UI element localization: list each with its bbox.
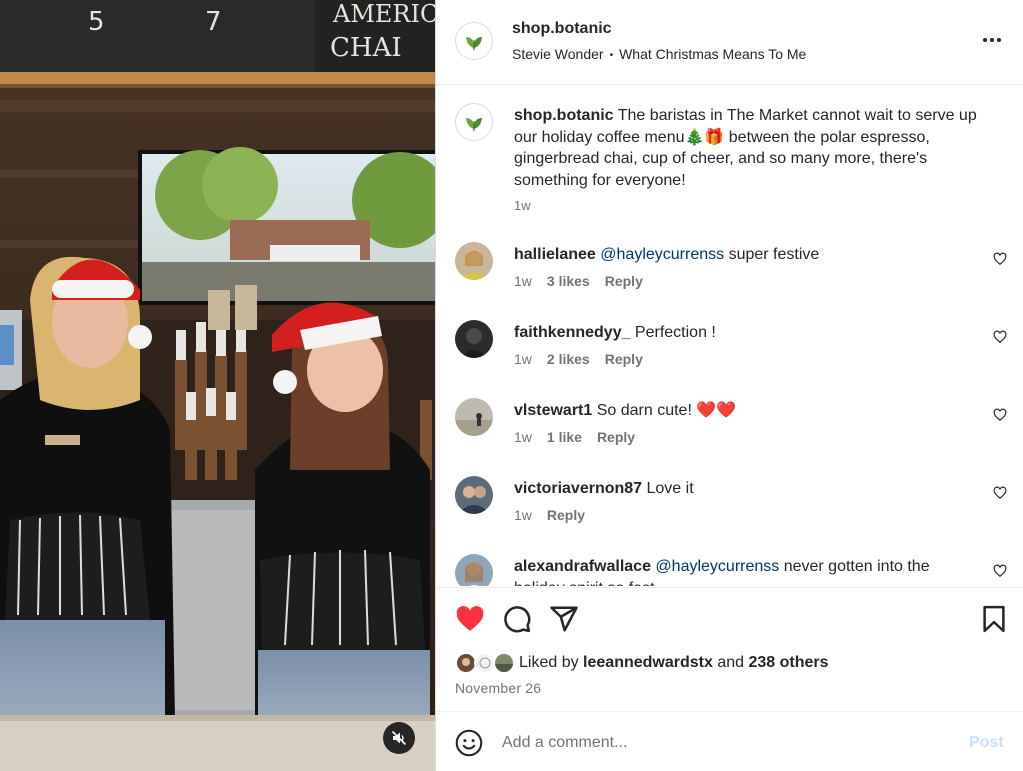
audio-artist[interactable]: Stevie Wonder [512, 46, 604, 62]
likes-summary[interactable]: Liked by leeannedwardstx and 238 others [455, 652, 829, 674]
post-panel: shop.botanic Stevie Wonder • What Christma… [435, 0, 1023, 771]
comment-text: vlstewart1 So darn cute! ❤️❤️ [514, 400, 984, 422]
menu-board-number-2: 7 [205, 7, 222, 37]
post-date[interactable]: November 26 [455, 680, 541, 696]
liked-by-prefix: Liked by [519, 654, 584, 671]
comment-likes[interactable]: 2 likes [547, 351, 590, 367]
liked-by-user[interactable]: leeannedwardstx [583, 654, 713, 671]
comment-text: hallielanee @hayleycurrenss super festiv… [514, 244, 984, 266]
commenter-avatar[interactable] [455, 320, 493, 358]
leaf-logo-icon [466, 118, 482, 131]
comment-username[interactable]: faithkennedyy_ [514, 324, 630, 341]
comment-item: faithkennedyy_ Perfection ! 1w 2 likes Rep… [436, 320, 1023, 390]
comments-section[interactable]: shop.botanic The baristas in The Market … [436, 86, 1023, 586]
comment-meta: 1w 2 likes Reply [514, 351, 658, 367]
reply-button[interactable]: Reply [547, 507, 585, 523]
comment-body: Perfection ! [630, 324, 716, 341]
post-comment-button[interactable]: Post [969, 734, 1004, 752]
comment-username[interactable]: hallielanee [514, 246, 596, 263]
liker-avatar [493, 652, 515, 674]
comment-likes[interactable]: 3 likes [547, 273, 590, 289]
commenter-avatar[interactable] [455, 398, 493, 436]
comment-icon[interactable] [502, 604, 532, 634]
comment-time[interactable]: 1w [514, 351, 532, 367]
reply-button[interactable]: Reply [597, 429, 635, 445]
comment-username[interactable]: alexandrafwallace [514, 558, 651, 575]
comment-mention[interactable]: @hayleycurrenss [600, 246, 724, 263]
comment-body: Love it [642, 480, 694, 497]
heart-outline-icon[interactable] [993, 252, 1007, 266]
leaf-logo-icon [466, 37, 482, 50]
liker-avatars [455, 652, 519, 674]
comment-body: super festive [724, 246, 820, 263]
comment-text: alexandrafwallace @hayleycurrenss never … [514, 556, 984, 586]
comment-input[interactable] [502, 730, 942, 756]
comment-item: hallielanee @hayleycurrenss super festiv… [436, 242, 1023, 312]
reply-button[interactable]: Reply [605, 351, 643, 367]
more-options-icon[interactable] [978, 28, 1006, 52]
caption-avatar[interactable] [455, 103, 493, 141]
comment-meta: 1w 1 like Reply [514, 429, 650, 445]
heart-outline-icon[interactable] [993, 486, 1007, 500]
menu-board-line-1: AMERICA [332, 0, 435, 28]
comment-likes[interactable]: 1 like [547, 429, 582, 445]
emoji-icon[interactable] [455, 729, 483, 757]
reply-button[interactable]: Reply [605, 273, 643, 289]
comment-time[interactable]: 1w [514, 507, 532, 523]
menu-board-number-1: 5 [88, 7, 105, 37]
video-frame: 5 7 AMERICA CHAI [0, 0, 435, 771]
comment-item: victoriavernon87 Love it 1w Reply [436, 476, 1023, 546]
menu-board-line-2: CHAI [330, 33, 402, 63]
liked-by-text: Liked by leeannedwardstx and 238 others [519, 654, 829, 672]
heart-outline-icon[interactable] [993, 408, 1007, 422]
comment-item: vlstewart1 So darn cute! ❤️❤️ 1w 1 like Re… [436, 398, 1023, 468]
muted-speaker-icon [391, 730, 407, 746]
audio-separator: • [609, 49, 614, 61]
audio-info[interactable]: Stevie Wonder • What Christmas Means To Me [512, 46, 806, 62]
caption-timestamp[interactable]: 1w [514, 198, 531, 213]
liked-by-others[interactable]: 238 others [748, 654, 828, 671]
add-comment-bar: Post [436, 711, 1023, 771]
comment-meta: 1w 3 likes Reply [514, 273, 658, 289]
post-author-username[interactable]: shop.botanic [512, 20, 612, 38]
liked-by-and: and [712, 654, 749, 671]
post-actions: Liked by leeannedwardstx and 238 others … [436, 587, 1023, 711]
comment-username[interactable]: victoriavernon87 [514, 480, 642, 497]
commenter-avatar[interactable] [455, 476, 493, 514]
audio-title[interactable]: What Christmas Means To Me [619, 46, 806, 62]
post-video[interactable]: 5 7 AMERICA CHAI [0, 0, 435, 771]
comment-mention[interactable]: @hayleycurrenss [655, 558, 779, 575]
comment-text: faithkennedyy_ Perfection ! [514, 322, 984, 344]
comment-text: victoriavernon87 Love it [514, 478, 984, 500]
bookmark-icon[interactable] [979, 604, 1009, 634]
shop-botanic-avatar[interactable] [455, 22, 493, 60]
heart-outline-icon[interactable] [993, 330, 1007, 344]
comment-time[interactable]: 1w [514, 429, 532, 445]
commenter-avatar[interactable] [455, 242, 493, 280]
caption-username[interactable]: shop.botanic [514, 107, 614, 124]
share-icon[interactable] [549, 604, 579, 634]
heart-filled-icon[interactable] [455, 604, 485, 634]
heart-outline-icon[interactable] [993, 564, 1007, 578]
comment-meta: 1w Reply [514, 507, 600, 523]
commenter-avatar[interactable] [455, 554, 493, 586]
comment-body: So darn cute! ❤️❤️ [592, 402, 737, 419]
post-header: shop.botanic Stevie Wonder • What Christma… [436, 0, 1023, 85]
comment-time[interactable]: 1w [514, 273, 532, 289]
mute-button[interactable] [383, 722, 415, 754]
caption-text: shop.botanic The baristas in The Market … [514, 105, 994, 191]
comment-username[interactable]: vlstewart1 [514, 402, 592, 419]
comment-item: alexandrafwallace @hayleycurrenss never … [436, 554, 1023, 586]
